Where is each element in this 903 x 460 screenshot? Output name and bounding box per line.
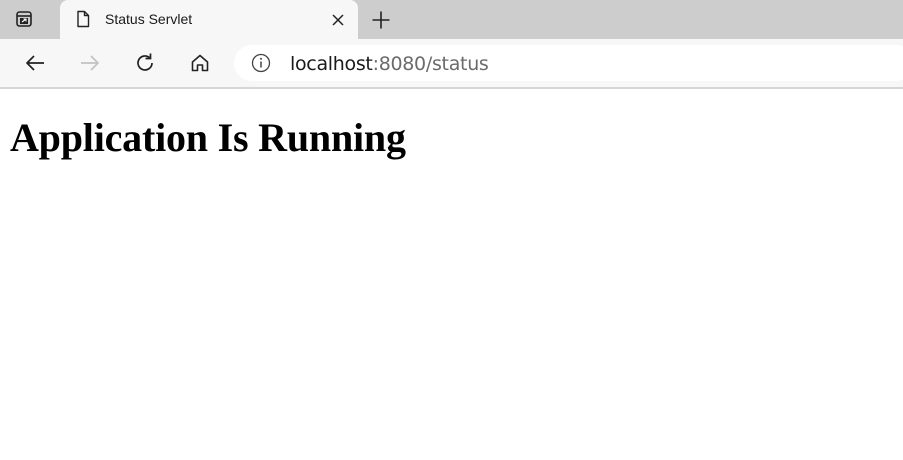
tab-status-servlet[interactable]: Status Servlet (60, 0, 358, 39)
page-heading: Application Is Running (10, 115, 406, 160)
tab-strip: Status Servlet (0, 0, 903, 39)
refresh-icon[interactable] (133, 51, 157, 75)
arrow-right-icon[interactable] (78, 51, 102, 75)
address-bar[interactable]: localhost:8080/status (234, 45, 903, 81)
url-path: :8080/status (372, 53, 489, 75)
navigation-toolbar: localhost:8080/status (0, 39, 903, 89)
arrow-left-icon[interactable] (23, 51, 47, 75)
tab-title: Status Servlet (105, 11, 193, 27)
close-icon[interactable] (328, 10, 348, 30)
url-text: localhost:8080/status (290, 53, 489, 75)
info-icon[interactable] (251, 53, 271, 73)
url-host: localhost (290, 53, 373, 75)
plus-icon[interactable] (369, 8, 393, 32)
page-content: Application Is Running (10, 114, 406, 161)
tab-actions-icon[interactable] (12, 7, 36, 31)
document-icon (73, 9, 93, 29)
home-icon[interactable] (188, 51, 212, 75)
